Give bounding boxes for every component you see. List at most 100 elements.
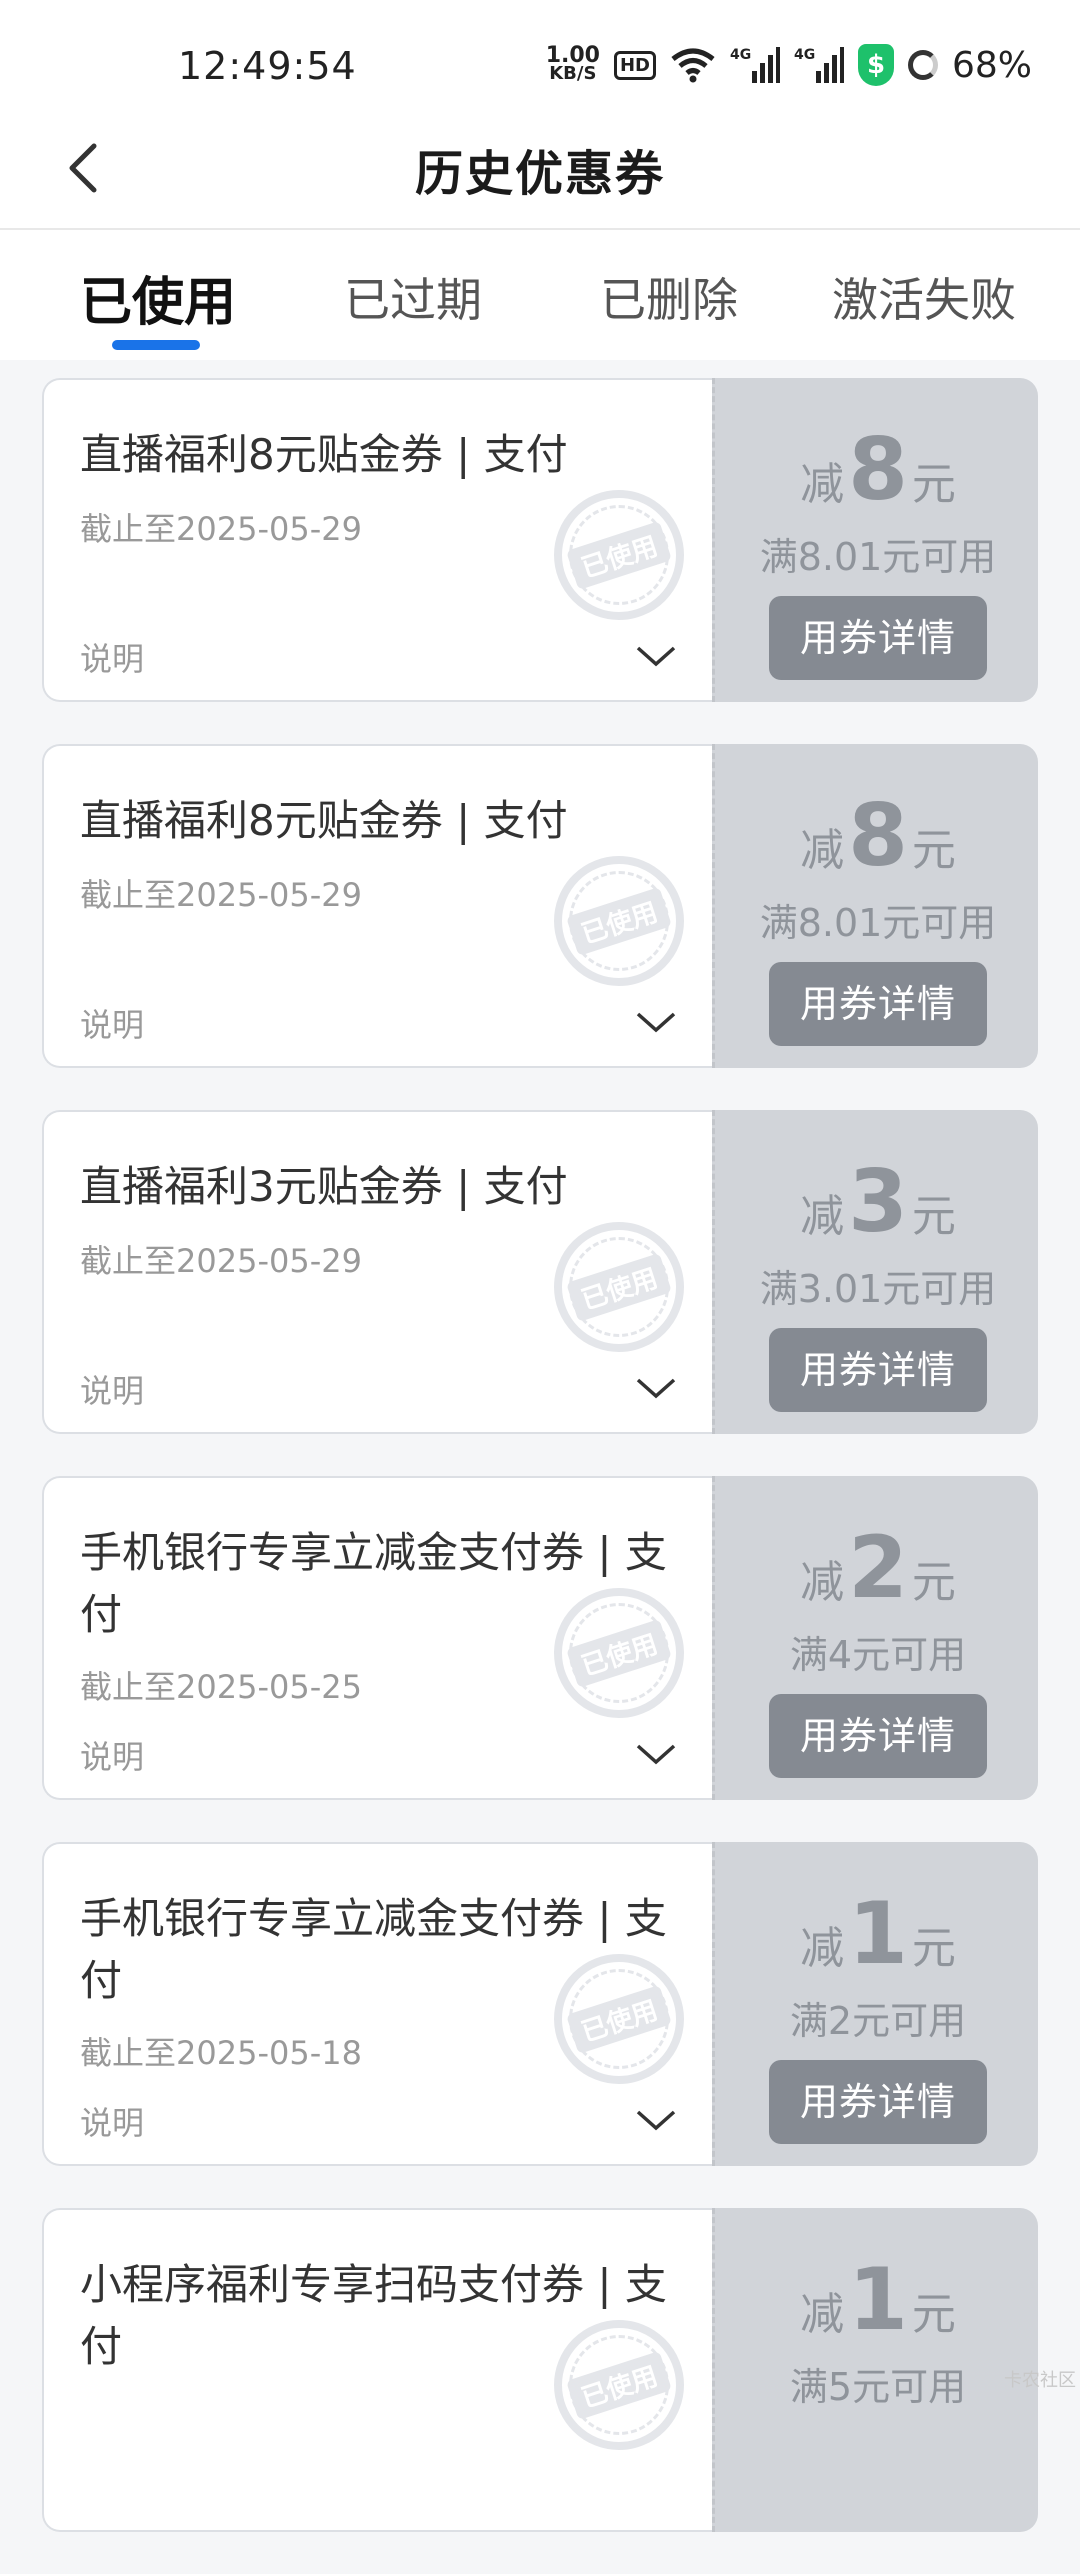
chevron-down-icon[interactable] xyxy=(634,1000,678,1044)
amount-value: 8 xyxy=(848,786,908,886)
wifi-icon xyxy=(671,48,715,83)
coupon-value-panel: 减1元 满5元可用 xyxy=(712,2208,1038,2532)
status-time: 12:49:54 xyxy=(178,44,357,88)
coupon-amount: 减1元 xyxy=(715,1884,1041,1984)
amount-value: 2 xyxy=(848,1518,908,1618)
hd-icon: HD xyxy=(613,50,656,80)
amount-unit: 元 xyxy=(911,459,956,510)
signal-4g-icon: 4G xyxy=(730,47,780,83)
coupon-amount: 减2元 xyxy=(715,1518,1041,1618)
coupon-card: 手机银行专享立减金支付券 | 支付 截止至2025-05-25 已使用 说明 减… xyxy=(42,1476,1038,1800)
tab-used[interactable]: 已使用 xyxy=(80,260,236,335)
network-speed: 1.00 KB/S xyxy=(546,45,600,84)
coupon-card: 手机银行专享立减金支付券 | 支付 截止至2025-05-18 已使用 说明 减… xyxy=(42,1842,1038,2166)
amount-unit: 元 xyxy=(911,1191,956,1242)
used-stamp-icon: 已使用 xyxy=(554,1222,684,1352)
coupon-expiry: 截止至2025-05-18 xyxy=(80,2034,362,2072)
coupon-info: 小程序福利专享扫码支付券 | 支付 已使用 xyxy=(42,2208,712,2532)
chevron-down-icon[interactable] xyxy=(634,2098,678,2142)
coupon-title: 直播福利3元贴金券 | 支付 xyxy=(80,1162,568,1211)
coupon-amount: 减8元 xyxy=(715,420,1041,520)
coupon-condition: 满4元可用 xyxy=(789,1633,967,1677)
used-stamp-icon: 已使用 xyxy=(554,490,684,620)
coupon-title: 直播福利8元贴金券 | 支付 xyxy=(80,430,568,479)
coupon-note[interactable]: 说明 xyxy=(80,1366,144,1412)
coupon-card: 直播福利8元贴金券 | 支付 截止至2025-05-29 已使用 说明 减8元 … xyxy=(42,378,1038,702)
tab-deleted[interactable]: 已删除 xyxy=(600,264,738,330)
coupon-amount: 减1元 xyxy=(715,2250,1041,2350)
coupon-detail-button[interactable]: 用券详情 xyxy=(769,596,987,680)
coupon-card: 小程序福利专享扫码支付券 | 支付 已使用 减1元 满5元可用 xyxy=(42,2208,1038,2532)
coupon-note[interactable]: 说明 xyxy=(80,634,144,680)
coupon-info: 手机银行专享立减金支付券 | 支付 截止至2025-05-18 已使用 说明 xyxy=(42,1842,712,2166)
stamp-label: 已使用 xyxy=(566,1252,672,1322)
amount-prefix: 减 xyxy=(800,459,845,510)
coupon-amount: 减8元 xyxy=(715,786,1041,886)
active-tab-indicator xyxy=(112,340,200,350)
svg-text:4G: 4G xyxy=(730,47,751,63)
security-shield-icon: $ xyxy=(857,44,894,86)
coupon-value-panel: 减3元 满3.01元可用 用券详情 xyxy=(712,1110,1038,1434)
page-header: 历史优惠券 xyxy=(0,110,1080,230)
status-icons: 1.00 KB/S HD 4G 4G $ 68% xyxy=(546,40,1032,90)
used-stamp-icon: 已使用 xyxy=(554,2320,684,2450)
watermark: 卡农社区 xyxy=(1004,2370,1076,2391)
coupon-expiry: 截止至2025-05-29 xyxy=(80,876,362,914)
stamp-label: 已使用 xyxy=(566,1618,672,1688)
coupon-value-panel: 减8元 满8.01元可用 用券详情 xyxy=(712,744,1038,1068)
stamp-label: 已使用 xyxy=(566,886,672,956)
coupon-condition: 满2元可用 xyxy=(789,1999,967,2043)
coupon-note[interactable]: 说明 xyxy=(80,1000,144,1046)
amount-prefix: 减 xyxy=(800,1191,845,1242)
tab-activation-failed[interactable]: 激活失败 xyxy=(832,264,1016,330)
amount-prefix: 减 xyxy=(800,1923,845,1974)
coupon-card: 直播福利8元贴金券 | 支付 截止至2025-05-29 已使用 说明 减8元 … xyxy=(42,744,1038,1068)
amount-prefix: 减 xyxy=(800,825,845,876)
coupon-expiry: 截止至2025-05-29 xyxy=(80,1242,362,1280)
used-stamp-icon: 已使用 xyxy=(554,1954,684,2084)
coupon-expiry: 截止至2025-05-29 xyxy=(80,510,362,548)
coupon-value-panel: 减8元 满8.01元可用 用券详情 xyxy=(712,378,1038,702)
coupon-detail-button[interactable]: 用券详情 xyxy=(769,1328,987,1412)
stamp-label: 已使用 xyxy=(566,2350,672,2420)
chevron-down-icon[interactable] xyxy=(634,1732,678,1776)
coupon-condition: 满8.01元可用 xyxy=(759,901,997,945)
amount-unit: 元 xyxy=(911,1923,956,1974)
coupon-list: 直播福利8元贴金券 | 支付 截止至2025-05-29 已使用 说明 减8元 … xyxy=(42,378,1038,2574)
coupon-detail-button[interactable]: 用券详情 xyxy=(769,1694,987,1778)
amount-unit: 元 xyxy=(911,825,956,876)
amount-value: 1 xyxy=(848,1884,908,1984)
coupon-value-panel: 减1元 满2元可用 用券详情 xyxy=(712,1842,1038,2166)
coupon-note[interactable]: 说明 xyxy=(80,1732,144,1778)
coupon-info: 手机银行专享立减金支付券 | 支付 截止至2025-05-25 已使用 说明 xyxy=(42,1476,712,1800)
chevron-down-icon[interactable] xyxy=(634,1366,678,1410)
coupon-card: 直播福利3元贴金券 | 支付 截止至2025-05-29 已使用 说明 减3元 … xyxy=(42,1110,1038,1434)
coupon-condition: 满8.01元可用 xyxy=(759,535,997,579)
coupon-condition: 满5元可用 xyxy=(789,2365,967,2409)
battery-ring-icon xyxy=(907,50,938,80)
coupon-info: 直播福利3元贴金券 | 支付 截止至2025-05-29 已使用 说明 xyxy=(42,1110,712,1434)
coupon-detail-button[interactable]: 用券详情 xyxy=(769,2060,987,2144)
amount-prefix: 减 xyxy=(800,1557,845,1608)
coupon-title: 直播福利8元贴金券 | 支付 xyxy=(80,796,568,845)
amount-value: 8 xyxy=(848,420,908,520)
stamp-label: 已使用 xyxy=(566,1984,672,2054)
stamp-label: 已使用 xyxy=(566,520,672,590)
coupon-value-panel: 减2元 满4元可用 用券详情 xyxy=(712,1476,1038,1800)
battery-percent: 68% xyxy=(951,44,1032,86)
svg-text:4G: 4G xyxy=(794,47,815,63)
amount-unit: 元 xyxy=(911,2289,956,2340)
tab-expired[interactable]: 已过期 xyxy=(344,264,482,330)
coupon-detail-button[interactable]: 用券详情 xyxy=(769,962,987,1046)
coupon-info: 直播福利8元贴金券 | 支付 截止至2025-05-29 已使用 说明 xyxy=(42,744,712,1068)
amount-unit: 元 xyxy=(911,1557,956,1608)
coupon-note[interactable]: 说明 xyxy=(80,2098,144,2144)
amount-value: 3 xyxy=(848,1152,908,1252)
coupon-condition: 满3.01元可用 xyxy=(759,1267,997,1311)
network-speed-unit: KB/S xyxy=(549,63,597,84)
chevron-down-icon[interactable] xyxy=(634,634,678,678)
coupon-info: 直播福利8元贴金券 | 支付 截止至2025-05-29 已使用 说明 xyxy=(42,378,712,702)
amount-prefix: 减 xyxy=(800,2289,845,2340)
tab-bar: 已使用 已过期 已删除 激活失败 xyxy=(0,230,1080,360)
signal-4g-icon-2: 4G xyxy=(794,47,844,83)
